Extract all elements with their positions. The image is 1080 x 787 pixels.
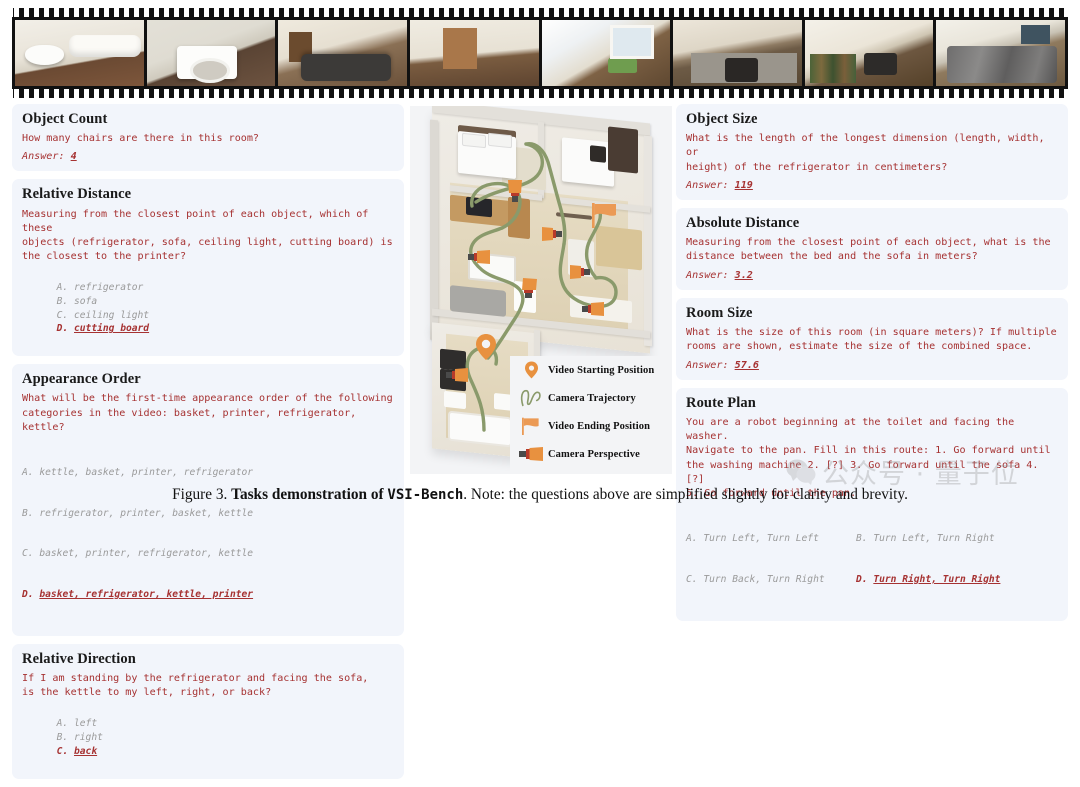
task-card-room-size: Room Size What is the size of this room … [676,297,1068,380]
answer-value: 119 [734,180,753,191]
option-a[interactable]: A. kettle, basket, printer, refrigerator [22,466,394,480]
film-perforations-bottom [12,88,1068,98]
option-c[interactable]: C. back [57,746,97,757]
question-text: Measuring from the closest point of each… [686,237,1051,263]
floorplan-diagram: Video Starting Position Camera Trajector… [410,106,672,474]
option-d[interactable]: D. Turn Right, Turn Right [856,573,1000,587]
video-frame-7 [804,20,934,86]
caption-bold-lead: Tasks demonstration of [231,486,384,503]
question-text: What will be the first-time appearance o… [22,393,393,434]
answer-line: Answer: 119 [686,178,1058,193]
answer-label: Answer: [22,151,65,163]
camera-cone-icon [514,447,548,461]
diagram-legend: Video Starting Position Camera Trajector… [510,356,672,474]
answer-label: Answer: [686,269,729,281]
answer-value: 57.6 [734,359,759,371]
card-title: Object Size [686,111,758,127]
task-card-relative-distance: Relative Distance Measuring from the clo… [12,179,404,357]
option-a[interactable]: A. Turn Left, Turn Left [686,532,838,546]
caption-bench-name: VSI-Bench [387,487,464,503]
card-title: Absolute Distance [686,215,800,232]
card-title: Room Size [686,304,753,321]
video-ending-position-marker [592,203,616,228]
video-frame-1 [15,20,144,86]
legend-row-trajectory: Camera Trajectory [510,384,672,412]
map-pin-icon [514,361,548,379]
video-frame-8 [936,20,1065,86]
option-row-2: C. Turn Back, Turn Right D. Turn Right, … [686,573,1058,587]
film-frames [12,18,1068,88]
legend-row-camera: Camera Perspective [510,440,672,468]
option-b[interactable]: B. Turn Left, Turn Right [856,532,995,546]
answer-line: Answer: 3.2 [686,268,1058,283]
option-b[interactable]: B. refrigerator, printer, basket, kettle [22,507,394,521]
camera-perspective-icon [522,278,537,298]
question-text: What is the size of this room (in square… [686,326,1057,353]
task-card-object-count: Object Count How many chairs are there i… [12,104,404,172]
answer-value: 4 [70,151,77,163]
task-card-object-size: Object Size What is the length of the lo… [676,104,1068,201]
option-c[interactable]: C. basket, printer, refrigerator, kettle [22,547,394,561]
legend-label: Video Starting Position [548,364,655,376]
video-frame-6 [673,20,802,86]
camera-perspective-icon [582,302,604,316]
option-c[interactable]: C. ceiling light [57,310,149,321]
video-starting-position-marker [476,334,496,360]
camera-perspective-icon [508,180,522,202]
card-title: Route Plan [686,394,756,411]
left-task-column: Object Count How many chairs are there i… [12,104,404,787]
flag-icon [514,417,548,435]
legend-label: Camera Trajectory [548,392,636,404]
question-text: How many chairs are there in this room? [22,133,260,145]
option-row-1: A. Turn Left, Turn Left B. Turn Left, Tu… [686,532,1058,546]
camera-perspective-icon [542,227,562,241]
option-b[interactable]: B. right [57,732,103,743]
option-d[interactable]: D. cutting board [57,323,149,334]
options-grid: A. Turn Left, Turn Left B. Turn Left, Tu… [686,505,1058,614]
video-frame-3 [278,20,407,86]
right-task-column: Object Size What is the length of the lo… [676,104,1068,629]
answer-value: 3.2 [734,269,753,281]
trajectory-squiggle-icon [514,389,548,407]
camera-perspective-icon [570,265,590,279]
task-card-relative-direction: Relative Direction If I am standing by t… [12,644,404,779]
video-frame-2 [146,20,276,86]
options-stacked: A. kettle, basket, printer, refrigerator… [22,438,394,629]
video-frame-5 [541,20,671,86]
camera-perspective-icon [446,368,468,382]
options-inline: A. left B. right C. back [22,704,394,772]
question-text: If I am standing by the refrigerator and… [22,673,369,699]
card-title: Relative Distance [22,186,132,203]
film-perforations-top [12,8,1068,18]
camera-perspective-icon [468,250,490,264]
filmstrip [12,8,1068,98]
legend-label: Video Ending Position [548,420,651,432]
option-a[interactable]: A. left [57,718,97,729]
options-inline: A. refrigerator B. sofa C. ceiling light… [22,268,394,350]
option-b[interactable]: B. sofa [57,296,97,307]
caption-rest: . Note: the questions above are simplifi… [463,486,908,503]
task-card-absolute-distance: Absolute Distance Measuring from the clo… [676,208,1068,290]
card-title: Object Count [22,111,108,127]
caption-figure-number: Figure 3. [172,486,228,503]
legend-row-start: Video Starting Position [510,356,672,384]
answer-line: Answer: 4 [22,149,394,164]
option-a[interactable]: A. refrigerator [57,282,144,293]
option-d[interactable]: D. basket, refrigerator, kettle, printer [22,588,394,602]
card-title: Appearance Order [22,371,141,388]
card-title: Relative Direction [22,651,136,667]
video-frame-4 [409,20,539,86]
answer-line: Answer: 57.6 [686,358,1058,373]
legend-label: Camera Perspective [548,448,640,460]
legend-row-end: Video Ending Position [510,412,672,440]
question-text: What is the length of the longest dimens… [686,133,1045,173]
figure-caption: Figure 3. Tasks demonstration of VSI-Ben… [0,486,1080,504]
question-text: Measuring from the closest point of each… [22,208,393,263]
answer-label: Answer: [686,180,729,191]
answer-label: Answer: [686,359,729,371]
task-card-route-plan: Route Plan You are a robot beginning at … [676,387,1068,621]
option-c[interactable]: C. Turn Back, Turn Right [686,573,838,587]
